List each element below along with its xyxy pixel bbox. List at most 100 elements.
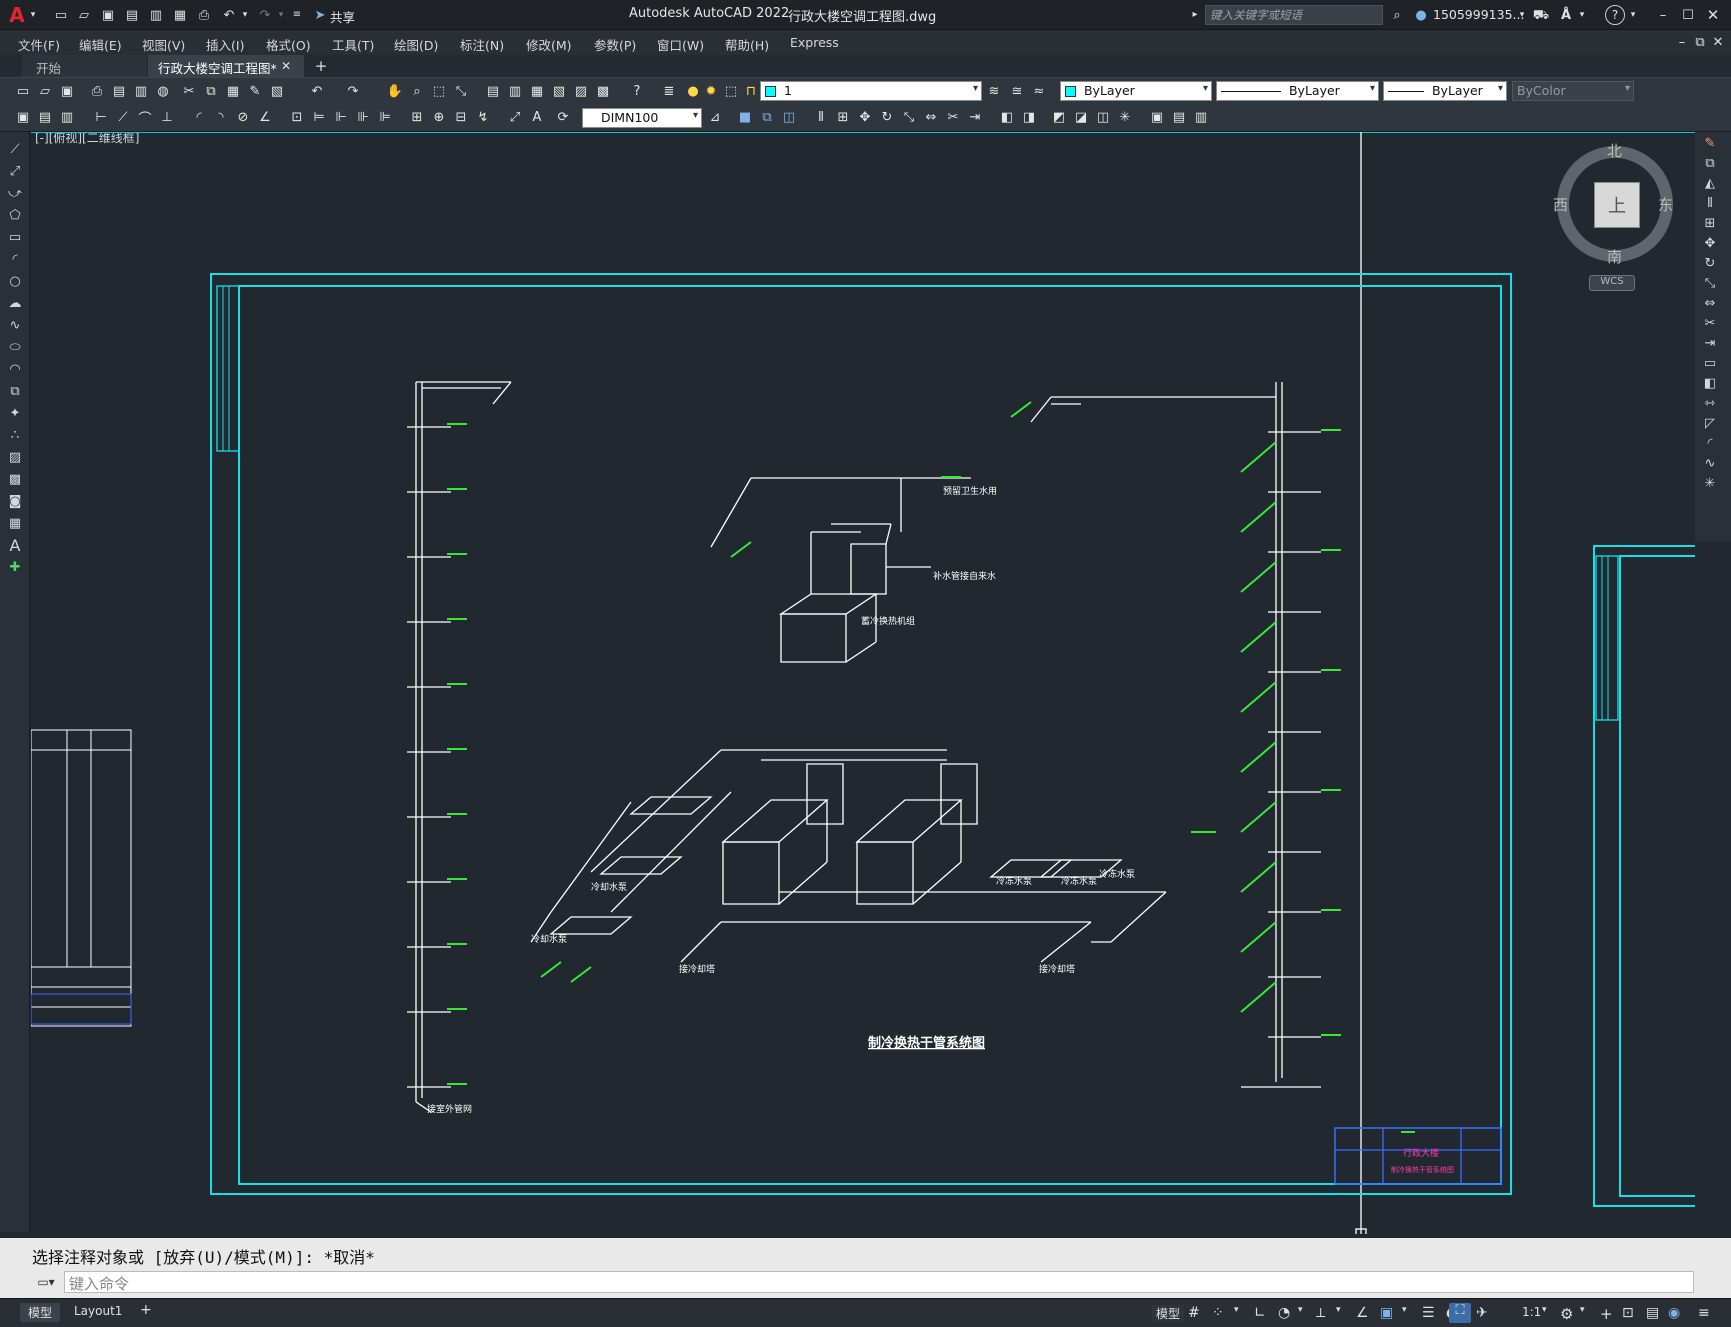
annotation-scale[interactable]: 1:1 <box>1522 1305 1541 1319</box>
line-icon[interactable]: ⟋ <box>6 140 24 158</box>
aligned-dim-icon[interactable]: ⟋ <box>114 108 132 126</box>
viewcube-top-face[interactable]: 上 <box>1594 182 1640 228</box>
user-name[interactable]: 1505999135... <box>1433 7 1524 22</box>
stretch-icon[interactable]: ⇔ <box>922 108 940 126</box>
zoom-realtime-icon[interactable]: ⌕ <box>408 82 426 100</box>
tolerance-icon[interactable]: ⊞ <box>408 108 426 126</box>
qnew-icon[interactable]: ▭ <box>14 82 32 100</box>
open-web-icon[interactable]: ▥ <box>147 6 165 24</box>
offset-icon[interactable]: ⫴ <box>812 108 830 126</box>
share-button[interactable]: 共享 <box>330 7 355 26</box>
save-web-icon[interactable]: ▦ <box>171 6 189 24</box>
table-icon[interactable]: ▦ <box>6 514 24 532</box>
layer-unlock-icon[interactable]: ⊓ <box>742 82 760 100</box>
diameter-dim-icon[interactable]: ⊘ <box>234 108 252 126</box>
lineweight-icon[interactable]: ☰ <box>1422 1305 1435 1321</box>
viewcube-north[interactable]: 北 <box>1607 140 1622 161</box>
dimstyle-dropdown[interactable]: DIMN100 ▾ <box>582 108 702 128</box>
blend-icon[interactable]: ◫ <box>1094 108 1112 126</box>
polar-dropdown-icon[interactable]: ▾ <box>1298 1305 1303 1315</box>
menu-modify[interactable]: 修改(M) <box>526 35 572 54</box>
help-icon[interactable]: ? <box>1605 5 1625 25</box>
gradient-icon[interactable]: ▩ <box>6 470 24 488</box>
circle-icon[interactable]: ○ <box>6 272 24 290</box>
close-icon[interactable]: ✕ <box>1704 6 1722 24</box>
menu-format[interactable]: 格式(O) <box>266 35 311 54</box>
mirror-icon[interactable]: ◫ <box>780 108 798 126</box>
ellipse-icon[interactable]: ⬭ <box>6 338 24 356</box>
erase-right-icon[interactable]: ✎ <box>1701 134 1719 152</box>
stretch-right-icon[interactable]: ⇔ <box>1701 294 1719 312</box>
dim-style-manager-icon[interactable]: ⊿ <box>706 108 724 126</box>
menu-draw[interactable]: 绘图(D) <box>394 35 438 54</box>
multiline-text-icon[interactable]: A <box>6 536 24 555</box>
sheet-set-icon[interactable]: ▧ <box>550 82 568 100</box>
blend-right-icon[interactable]: ∿ <box>1701 454 1719 472</box>
point-icon[interactable]: ∴ <box>6 426 24 444</box>
trim-icon[interactable]: ✂ <box>944 108 962 126</box>
inspection-icon[interactable]: ⊟ <box>452 108 470 126</box>
linetype-dropdown[interactable]: ByLayer ▾ <box>1216 81 1379 101</box>
layer-match-icon[interactable]: ≈ <box>1030 82 1048 100</box>
3d-print-icon[interactable]: ◍ <box>154 82 172 100</box>
dim-break-icon[interactable]: ⊫ <box>376 108 394 126</box>
viewcube-west[interactable]: 西 <box>1553 194 1568 215</box>
add-layout-button[interactable]: + <box>140 1302 152 1318</box>
arc-length-icon[interactable]: ⌒ <box>136 108 154 127</box>
model-space-button[interactable]: 模型 <box>1152 1305 1185 1322</box>
join-right-icon[interactable]: ⇿ <box>1701 394 1719 412</box>
construction-line-icon[interactable]: ⤢ <box>6 162 24 180</box>
scale-dropdown-icon[interactable]: ▾ <box>1542 1305 1547 1315</box>
arc-icon[interactable]: ◜ <box>6 250 24 268</box>
wipeout-icon[interactable]: ▥ <box>1192 108 1210 126</box>
redo-toolbar-icon[interactable]: ↷ <box>344 82 362 100</box>
rotate-icon[interactable]: ↻ <box>878 108 896 126</box>
dynamic-ucs-icon[interactable]: ∠ <box>1356 1305 1369 1321</box>
workspace-dropdown-icon[interactable]: ▾ <box>1580 1305 1585 1315</box>
app-menu-chevron-icon[interactable]: ▾ <box>28 8 38 22</box>
baseline-dim-icon[interactable]: ⊨ <box>310 108 328 126</box>
menu-insert[interactable]: 插入(I) <box>206 35 244 54</box>
scale-right-icon[interactable]: ⤡ <box>1701 274 1719 292</box>
undo-toolbar-icon[interactable]: ↶ <box>308 82 326 100</box>
trim-right-icon[interactable]: ✂ <box>1701 314 1719 332</box>
insert-block-icon[interactable]: ⧉ <box>6 382 24 400</box>
erase-icon[interactable]: ■ <box>736 108 754 126</box>
wcs-dropdown[interactable]: WCS <box>1589 275 1635 291</box>
block-editor-icon[interactable]: ▧ <box>268 82 286 100</box>
quick-properties-icon[interactable]: ▤ <box>1646 1305 1659 1321</box>
array-icon[interactable]: ⊞ <box>834 108 852 126</box>
add-selected-icon[interactable]: ✚ <box>6 558 24 576</box>
cart-icon[interactable]: ⛟ <box>1532 6 1550 24</box>
osnap-dropdown-icon[interactable]: ▾ <box>1402 1305 1407 1315</box>
copy-icon[interactable]: ⧉ <box>202 82 220 100</box>
osnap-icon[interactable]: ▣ <box>1380 1305 1393 1321</box>
scale-icon[interactable]: ⤡ <box>900 108 918 126</box>
undo-dropdown-icon[interactable]: ▾ <box>240 8 250 22</box>
center-mark-icon[interactable]: ⊕ <box>430 108 448 126</box>
save-as-icon[interactable]: ▤ <box>123 6 141 24</box>
command-prompt-icon[interactable]: ▭▾ <box>32 1273 60 1291</box>
dim-edit-icon[interactable]: ⤢ <box>506 108 524 126</box>
markup-icon[interactable]: ▨ <box>572 82 590 100</box>
isodraft-icon[interactable]: ⟂ <box>1316 1305 1325 1321</box>
autodesk-a360-icon[interactable]: Å <box>1557 6 1575 24</box>
tab-start[interactable]: 开始 <box>22 55 147 77</box>
pan-icon[interactable]: ✋ <box>386 82 404 100</box>
menu-tools[interactable]: 工具(T) <box>332 35 374 54</box>
fillet-icon[interactable]: ◪ <box>1072 108 1090 126</box>
customize-status-icon[interactable]: ≡ <box>1698 1305 1710 1321</box>
viewcube-east[interactable]: 东 <box>1658 194 1673 215</box>
menu-file[interactable]: 文件(F) <box>18 35 60 54</box>
spline-icon[interactable]: ∿ <box>6 316 24 334</box>
layer-on-icon[interactable]: ● <box>684 82 702 100</box>
layout-tab-model[interactable]: 模型 <box>20 1303 61 1322</box>
revision-cloud-icon[interactable]: ☁ <box>6 294 24 312</box>
move-right-icon[interactable]: ✥ <box>1701 234 1719 252</box>
layout-tab-layout1[interactable]: Layout1 <box>66 1303 130 1319</box>
isolate-icon[interactable]: ◉ <box>1668 1305 1680 1321</box>
command-input[interactable]: 键入命令 <box>64 1271 1694 1293</box>
layer-dropdown[interactable]: 1 ▾ <box>760 81 982 101</box>
copy-right-icon[interactable]: ⧉ <box>1701 154 1719 172</box>
color-dropdown[interactable]: ByLayer ▾ <box>1060 81 1212 101</box>
